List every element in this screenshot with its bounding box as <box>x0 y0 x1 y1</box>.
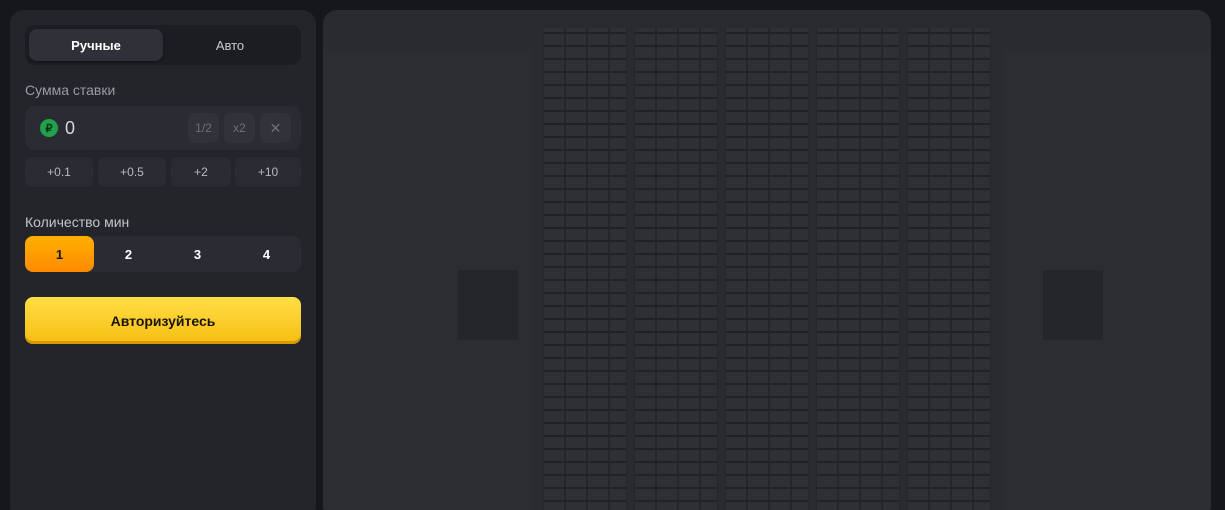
tab-auto[interactable]: Авто <box>163 29 297 61</box>
mines-option-1[interactable]: 1 <box>25 236 94 272</box>
mines-option-3[interactable]: 3 <box>163 236 232 272</box>
bet-amount-field: ₽ 1/2 x2 ✕ <box>25 106 301 150</box>
bet-amount-input[interactable] <box>65 114 165 142</box>
add-0-1-button[interactable]: +0.1 <box>25 157 93 187</box>
castle-right-decoration <box>1003 50 1211 510</box>
half-bet-button[interactable]: 1/2 <box>188 113 219 143</box>
login-button[interactable]: Авторизуйтесь <box>25 297 301 344</box>
add-10-button[interactable]: +10 <box>235 157 301 187</box>
bet-panel: Ручные Авто Сумма ставки ₽ 1/2 x2 ✕ +0.1… <box>10 10 316 510</box>
ruble-coin-icon: ₽ <box>40 119 58 137</box>
tile-column-1[interactable] <box>543 28 627 510</box>
game-board <box>323 10 1211 510</box>
mines-option-4[interactable]: 4 <box>232 236 301 272</box>
castle-right-window <box>1043 270 1103 340</box>
close-icon[interactable]: ✕ <box>260 113 291 143</box>
tile-column-2[interactable] <box>634 28 718 510</box>
tab-manual[interactable]: Ручные <box>29 29 163 61</box>
bet-amount-label: Сумма ставки <box>25 82 116 98</box>
tile-column-3[interactable] <box>725 28 809 510</box>
castle-left-window <box>458 270 518 340</box>
mines-option-2[interactable]: 2 <box>94 236 163 272</box>
tile-column-4[interactable] <box>816 28 900 510</box>
tile-column-5[interactable] <box>907 28 991 510</box>
add-2-button[interactable]: +2 <box>171 157 231 187</box>
mines-count-selector: 1 2 3 4 <box>25 236 301 272</box>
add-0-5-button[interactable]: +0.5 <box>98 157 166 187</box>
mode-tabs: Ручные Авто <box>25 25 301 65</box>
double-bet-button[interactable]: x2 <box>224 113 255 143</box>
mines-count-label: Количество мин <box>25 214 130 230</box>
